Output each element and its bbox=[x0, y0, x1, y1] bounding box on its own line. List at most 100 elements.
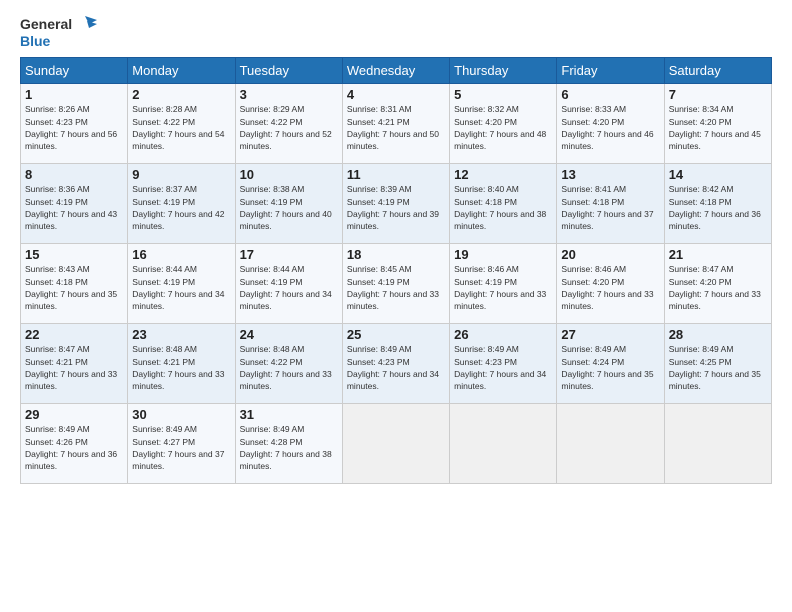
sunrise-label: Sunrise: 8:47 AM bbox=[669, 264, 734, 274]
day-number: 19 bbox=[454, 247, 552, 262]
day-info: Sunrise: 8:49 AM Sunset: 4:28 PM Dayligh… bbox=[240, 423, 338, 472]
calendar-week-3: 15 Sunrise: 8:43 AM Sunset: 4:18 PM Dayl… bbox=[21, 244, 772, 324]
day-info: Sunrise: 8:36 AM Sunset: 4:19 PM Dayligh… bbox=[25, 183, 123, 232]
sunset-label: Sunset: 4:19 PM bbox=[25, 197, 88, 207]
day-info: Sunrise: 8:46 AM Sunset: 4:20 PM Dayligh… bbox=[561, 263, 659, 312]
sunrise-label: Sunrise: 8:44 AM bbox=[240, 264, 305, 274]
sunset-label: Sunset: 4:23 PM bbox=[454, 357, 517, 367]
calendar-cell: 21 Sunrise: 8:47 AM Sunset: 4:20 PM Dayl… bbox=[664, 244, 771, 324]
daylight-label: Daylight: 7 hours and 50 minutes. bbox=[347, 129, 439, 151]
calendar-week-2: 8 Sunrise: 8:36 AM Sunset: 4:19 PM Dayli… bbox=[21, 164, 772, 244]
calendar-cell: 25 Sunrise: 8:49 AM Sunset: 4:23 PM Dayl… bbox=[342, 324, 449, 404]
sunrise-label: Sunrise: 8:26 AM bbox=[25, 104, 90, 114]
day-info: Sunrise: 8:31 AM Sunset: 4:21 PM Dayligh… bbox=[347, 103, 445, 152]
daylight-label: Daylight: 7 hours and 33 minutes. bbox=[669, 289, 761, 311]
col-wednesday: Wednesday bbox=[342, 58, 449, 84]
calendar-cell: 1 Sunrise: 8:26 AM Sunset: 4:23 PM Dayli… bbox=[21, 84, 128, 164]
sunrise-label: Sunrise: 8:49 AM bbox=[347, 344, 412, 354]
daylight-label: Daylight: 7 hours and 52 minutes. bbox=[240, 129, 332, 151]
day-number: 9 bbox=[132, 167, 230, 182]
day-number: 16 bbox=[132, 247, 230, 262]
day-number: 28 bbox=[669, 327, 767, 342]
logo-general: General bbox=[20, 17, 72, 32]
calendar-cell: 30 Sunrise: 8:49 AM Sunset: 4:27 PM Dayl… bbox=[128, 404, 235, 484]
day-number: 13 bbox=[561, 167, 659, 182]
sunset-label: Sunset: 4:19 PM bbox=[454, 277, 517, 287]
sunset-label: Sunset: 4:20 PM bbox=[454, 117, 517, 127]
calendar-cell: 2 Sunrise: 8:28 AM Sunset: 4:22 PM Dayli… bbox=[128, 84, 235, 164]
calendar-cell: 20 Sunrise: 8:46 AM Sunset: 4:20 PM Dayl… bbox=[557, 244, 664, 324]
sunset-label: Sunset: 4:19 PM bbox=[132, 277, 195, 287]
day-info: Sunrise: 8:47 AM Sunset: 4:20 PM Dayligh… bbox=[669, 263, 767, 312]
day-info: Sunrise: 8:45 AM Sunset: 4:19 PM Dayligh… bbox=[347, 263, 445, 312]
daylight-label: Daylight: 7 hours and 35 minutes. bbox=[561, 369, 653, 391]
day-info: Sunrise: 8:49 AM Sunset: 4:26 PM Dayligh… bbox=[25, 423, 123, 472]
col-monday: Monday bbox=[128, 58, 235, 84]
calendar-cell: 27 Sunrise: 8:49 AM Sunset: 4:24 PM Dayl… bbox=[557, 324, 664, 404]
sunset-label: Sunset: 4:18 PM bbox=[561, 197, 624, 207]
sunset-label: Sunset: 4:20 PM bbox=[669, 117, 732, 127]
daylight-label: Daylight: 7 hours and 33 minutes. bbox=[454, 289, 546, 311]
sunrise-label: Sunrise: 8:47 AM bbox=[25, 344, 90, 354]
sunrise-label: Sunrise: 8:29 AM bbox=[240, 104, 305, 114]
day-info: Sunrise: 8:44 AM Sunset: 4:19 PM Dayligh… bbox=[132, 263, 230, 312]
sunrise-label: Sunrise: 8:42 AM bbox=[669, 184, 734, 194]
day-number: 5 bbox=[454, 87, 552, 102]
sunset-label: Sunset: 4:18 PM bbox=[669, 197, 732, 207]
sunset-label: Sunset: 4:19 PM bbox=[347, 277, 410, 287]
calendar-cell: 17 Sunrise: 8:44 AM Sunset: 4:19 PM Dayl… bbox=[235, 244, 342, 324]
col-friday: Friday bbox=[557, 58, 664, 84]
day-info: Sunrise: 8:49 AM Sunset: 4:24 PM Dayligh… bbox=[561, 343, 659, 392]
day-info: Sunrise: 8:34 AM Sunset: 4:20 PM Dayligh… bbox=[669, 103, 767, 152]
sunset-label: Sunset: 4:22 PM bbox=[240, 117, 303, 127]
sunrise-label: Sunrise: 8:41 AM bbox=[561, 184, 626, 194]
daylight-label: Daylight: 7 hours and 33 minutes. bbox=[132, 369, 224, 391]
calendar-week-4: 22 Sunrise: 8:47 AM Sunset: 4:21 PM Dayl… bbox=[21, 324, 772, 404]
day-number: 11 bbox=[347, 167, 445, 182]
daylight-label: Daylight: 7 hours and 43 minutes. bbox=[25, 209, 117, 231]
sunrise-label: Sunrise: 8:31 AM bbox=[347, 104, 412, 114]
day-number: 1 bbox=[25, 87, 123, 102]
daylight-label: Daylight: 7 hours and 37 minutes. bbox=[132, 449, 224, 471]
sunset-label: Sunset: 4:20 PM bbox=[561, 277, 624, 287]
calendar-cell: 19 Sunrise: 8:46 AM Sunset: 4:19 PM Dayl… bbox=[450, 244, 557, 324]
sunset-label: Sunset: 4:23 PM bbox=[25, 117, 88, 127]
calendar-cell: 9 Sunrise: 8:37 AM Sunset: 4:19 PM Dayli… bbox=[128, 164, 235, 244]
sunset-label: Sunset: 4:22 PM bbox=[240, 357, 303, 367]
calendar-cell: 15 Sunrise: 8:43 AM Sunset: 4:18 PM Dayl… bbox=[21, 244, 128, 324]
daylight-label: Daylight: 7 hours and 46 minutes. bbox=[561, 129, 653, 151]
calendar-week-5: 29 Sunrise: 8:49 AM Sunset: 4:26 PM Dayl… bbox=[21, 404, 772, 484]
sunrise-label: Sunrise: 8:48 AM bbox=[240, 344, 305, 354]
sunrise-label: Sunrise: 8:48 AM bbox=[132, 344, 197, 354]
day-info: Sunrise: 8:49 AM Sunset: 4:23 PM Dayligh… bbox=[454, 343, 552, 392]
calendar-cell: 23 Sunrise: 8:48 AM Sunset: 4:21 PM Dayl… bbox=[128, 324, 235, 404]
sunset-label: Sunset: 4:20 PM bbox=[669, 277, 732, 287]
sunset-label: Sunset: 4:19 PM bbox=[132, 197, 195, 207]
sunset-label: Sunset: 4:18 PM bbox=[454, 197, 517, 207]
col-tuesday: Tuesday bbox=[235, 58, 342, 84]
day-info: Sunrise: 8:46 AM Sunset: 4:19 PM Dayligh… bbox=[454, 263, 552, 312]
daylight-label: Daylight: 7 hours and 38 minutes. bbox=[240, 449, 332, 471]
day-number: 10 bbox=[240, 167, 338, 182]
day-info: Sunrise: 8:44 AM Sunset: 4:19 PM Dayligh… bbox=[240, 263, 338, 312]
day-number: 3 bbox=[240, 87, 338, 102]
calendar-table: Sunday Monday Tuesday Wednesday Thursday… bbox=[20, 57, 772, 484]
calendar-cell: 11 Sunrise: 8:39 AM Sunset: 4:19 PM Dayl… bbox=[342, 164, 449, 244]
calendar-cell: 3 Sunrise: 8:29 AM Sunset: 4:22 PM Dayli… bbox=[235, 84, 342, 164]
logo-bird-icon bbox=[75, 16, 97, 34]
daylight-label: Daylight: 7 hours and 36 minutes. bbox=[669, 209, 761, 231]
day-number: 25 bbox=[347, 327, 445, 342]
col-saturday: Saturday bbox=[664, 58, 771, 84]
sunrise-label: Sunrise: 8:49 AM bbox=[561, 344, 626, 354]
day-info: Sunrise: 8:48 AM Sunset: 4:21 PM Dayligh… bbox=[132, 343, 230, 392]
daylight-label: Daylight: 7 hours and 37 minutes. bbox=[561, 209, 653, 231]
daylight-label: Daylight: 7 hours and 45 minutes. bbox=[669, 129, 761, 151]
logo: General Blue bbox=[20, 16, 97, 49]
calendar-cell: 14 Sunrise: 8:42 AM Sunset: 4:18 PM Dayl… bbox=[664, 164, 771, 244]
sunset-label: Sunset: 4:21 PM bbox=[25, 357, 88, 367]
sunrise-label: Sunrise: 8:38 AM bbox=[240, 184, 305, 194]
calendar-cell bbox=[450, 404, 557, 484]
sunrise-label: Sunrise: 8:49 AM bbox=[132, 424, 197, 434]
day-info: Sunrise: 8:41 AM Sunset: 4:18 PM Dayligh… bbox=[561, 183, 659, 232]
calendar-cell: 13 Sunrise: 8:41 AM Sunset: 4:18 PM Dayl… bbox=[557, 164, 664, 244]
